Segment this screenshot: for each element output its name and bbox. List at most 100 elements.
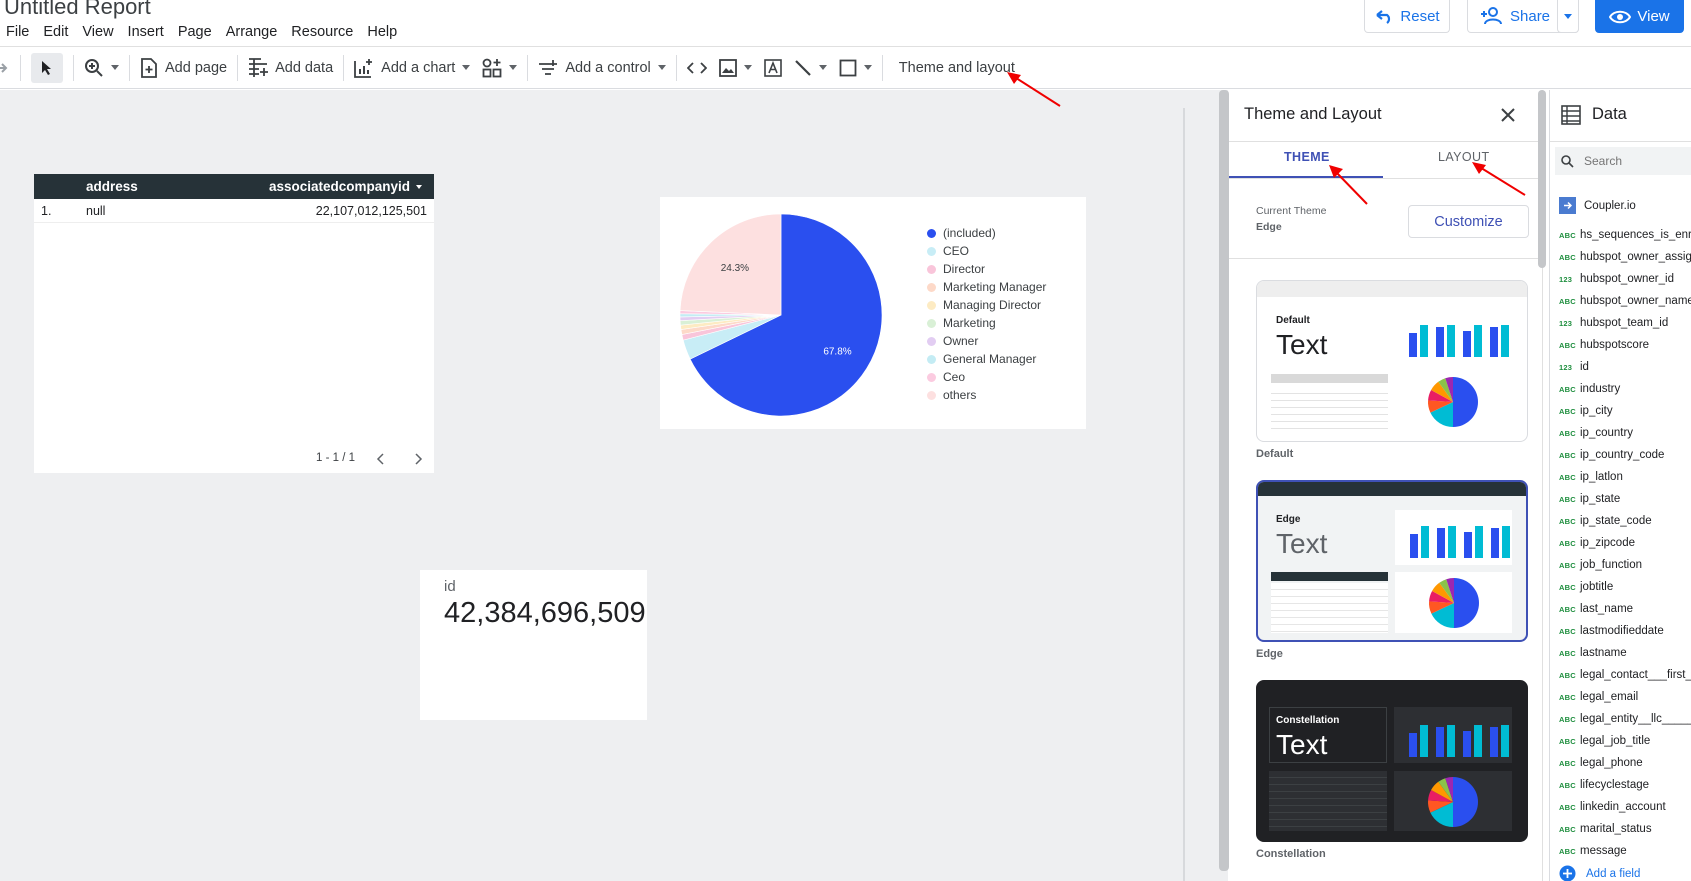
table-icon [1561, 105, 1581, 125]
close-icon[interactable] [1500, 107, 1516, 123]
number-type-icon: 123 [1559, 362, 1573, 372]
add-page-button[interactable]: Add page [134, 53, 233, 83]
pie-chart[interactable]: 67.8% 24.3% (included) CEO Director Marketin… [660, 197, 1086, 429]
legend-item[interactable]: CEO [927, 242, 1046, 260]
shape-button[interactable] [833, 53, 878, 83]
legend-item[interactable]: General Manager [927, 350, 1046, 368]
field-item[interactable]: ABC ip_country_code [1550, 444, 1691, 466]
legend-item[interactable]: Owner [927, 332, 1046, 350]
menu-edit[interactable]: Edit [37, 24, 76, 40]
legend-item[interactable]: Director [927, 260, 1046, 278]
theme-panel-scrollbar[interactable] [1538, 90, 1546, 268]
text-box-button[interactable] [758, 53, 788, 83]
field-item[interactable]: ABC ip_city [1550, 400, 1691, 422]
chevron-down-icon [863, 65, 872, 70]
field-item[interactable]: ABC ip_state [1550, 488, 1691, 510]
chevron-down-icon [818, 65, 827, 70]
field-name: ip_state_code [1580, 515, 1652, 527]
redo-icon[interactable] [0, 60, 10, 76]
menu-insert[interactable]: Insert [122, 24, 172, 40]
field-item[interactable]: ABC hubspot_owner_name [1550, 290, 1691, 312]
add-field-button[interactable]: Add a field [1559, 865, 1640, 881]
data-source[interactable]: Coupler.io [1559, 197, 1636, 214]
sort-desc-icon[interactable] [416, 185, 422, 189]
add-control-button[interactable]: Add a control [532, 53, 671, 83]
menu-resource[interactable]: Resource [285, 24, 361, 40]
search-input[interactable] [1584, 154, 1684, 168]
zoom-button[interactable] [78, 53, 125, 83]
field-item[interactable]: ABC message [1550, 840, 1691, 862]
chevron-left-icon[interactable] [376, 453, 386, 465]
legend-item[interactable]: Ceo [927, 368, 1046, 386]
field-item[interactable]: ABC hubspot_owner_assigneddate [1550, 246, 1691, 268]
field-item[interactable]: ABC ip_zipcode [1550, 532, 1691, 554]
field-name: job_function [1580, 559, 1643, 571]
embed-url-button[interactable] [681, 53, 713, 83]
field-item[interactable]: ABC legal_contact___first_name [1550, 664, 1691, 686]
chevron-right-icon[interactable] [413, 453, 423, 465]
field-item[interactable]: ABC legal_email [1550, 686, 1691, 708]
theme-layout-button[interactable]: Theme and layout [893, 53, 1021, 83]
field-item[interactable]: ABC job_function [1550, 554, 1691, 576]
menu-view[interactable]: View [76, 24, 121, 40]
text-type-icon: ABC [1559, 758, 1576, 768]
legend-item[interactable]: others [927, 386, 1046, 404]
add-data-label: Add data [275, 59, 334, 76]
field-item[interactable]: ABC lastmodifieddate [1550, 620, 1691, 642]
menu-arrange[interactable]: Arrange [220, 24, 286, 40]
theme-card-label: Edge [1256, 648, 1283, 660]
field-item[interactable]: ABC ip_state_code [1550, 510, 1691, 532]
tab-theme[interactable]: THEME [1284, 150, 1330, 164]
menu-page[interactable]: Page [172, 24, 220, 40]
search-field[interactable] [1555, 147, 1691, 175]
column-header-address[interactable]: address [86, 179, 138, 194]
menu-file[interactable]: File [0, 24, 37, 40]
field-name: lifecyclestage [1580, 779, 1650, 791]
view-button[interactable]: View [1595, 0, 1684, 33]
field-item[interactable]: ABC last_name [1550, 598, 1691, 620]
field-item[interactable]: ABC legal_phone [1550, 752, 1691, 774]
field-item[interactable]: ABC jobtitle [1550, 576, 1691, 598]
canvas-scrollbar[interactable] [1219, 90, 1229, 871]
field-item[interactable]: ABC lifecyclestage [1550, 774, 1691, 796]
field-item[interactable]: ABC hs_sequences_is_enrolled [1550, 224, 1691, 246]
select-tool-button[interactable] [31, 52, 63, 83]
field-item[interactable]: 123 hubspot_team_id [1550, 312, 1691, 334]
add-data-button[interactable]: Add data [242, 53, 339, 83]
field-item[interactable]: ABC legal_job_title [1550, 730, 1691, 752]
menu-help[interactable]: Help [361, 24, 405, 40]
field-name: message [1580, 845, 1627, 857]
column-header-associatedcompanyid[interactable]: associatedcompanyid [269, 179, 410, 194]
legend-item[interactable]: Marketing [927, 314, 1046, 332]
field-item[interactable]: 123 hubspot_owner_id [1550, 268, 1691, 290]
legend-item[interactable]: (included) [927, 224, 1046, 242]
line-button[interactable] [788, 53, 833, 83]
add-chart-button[interactable]: Add a chart [348, 53, 476, 83]
tab-layout[interactable]: LAYOUT [1438, 150, 1490, 164]
scorecard[interactable]: id 42,384,696,509 [420, 570, 647, 720]
legend-item[interactable]: Marketing Manager [927, 278, 1046, 296]
pie-chart-plot: 67.8% 24.3% [679, 213, 883, 417]
field-item[interactable]: ABC hubspotscore [1550, 334, 1691, 356]
field-item[interactable]: ABC lastname [1550, 642, 1691, 664]
field-item[interactable]: ABC marital_status [1550, 818, 1691, 840]
toolbar-divider [237, 54, 239, 81]
field-item[interactable]: ABC legal_entity__llc______ [1550, 708, 1691, 730]
customize-button[interactable]: Customize [1408, 205, 1529, 238]
report-title[interactable]: Untitled Report [4, 0, 151, 20]
field-item[interactable]: ABC ip_country [1550, 422, 1691, 444]
legend-item[interactable]: Managing Director [927, 296, 1046, 314]
table-header: address associatedcompanyid [34, 174, 434, 199]
theme-card-edge[interactable]: Edge Text [1256, 480, 1528, 642]
field-item[interactable]: ABC linkedin_account [1550, 796, 1691, 818]
field-item[interactable]: ABC ip_latlon [1550, 466, 1691, 488]
image-button[interactable] [713, 53, 758, 83]
table-chart[interactable]: address associatedcompanyid 1. null 22,1… [34, 174, 434, 473]
theme-card-constellation[interactable]: Constellation Text [1256, 680, 1528, 842]
community-viz-button[interactable] [476, 53, 523, 83]
theme-card-default[interactable]: Default Text [1256, 280, 1528, 442]
field-item[interactable]: ABC industry [1550, 378, 1691, 400]
reset-button[interactable]: Reset [1364, 0, 1450, 33]
share-dropdown-button[interactable] [1557, 0, 1579, 33]
field-item[interactable]: 123 id [1550, 356, 1691, 378]
